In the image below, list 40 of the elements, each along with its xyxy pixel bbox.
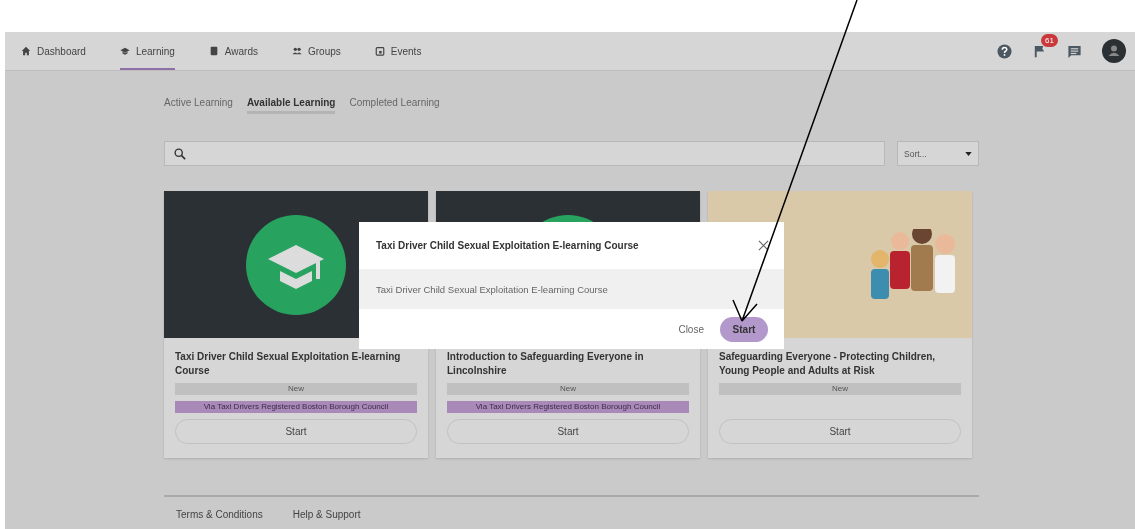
footer-link[interactable]: Terms & Conditions	[176, 509, 263, 520]
people-icon	[292, 46, 302, 56]
course-title: Safeguarding Everyone - Protecting Children, Young People and Adults at Risk	[719, 350, 937, 378]
course-title: Introduction to Safeguarding Everyone in Lincolnshire	[447, 350, 645, 378]
flag-icon[interactable]	[1032, 43, 1047, 59]
dialog-title: Taxi Driver Child Sexual Exploitation E-learning Course	[376, 240, 639, 251]
notification-badge: 61	[1041, 33, 1058, 47]
sort-dropdown[interactable]: Sort...	[897, 141, 979, 166]
avatar-icon[interactable]	[1102, 39, 1126, 63]
source-tag: Via Taxi Drivers Registered Boston Borough Council	[175, 401, 417, 413]
chat-icon[interactable]	[1067, 43, 1082, 59]
caret-icon	[965, 151, 972, 156]
source-tag: Via Taxi Drivers Registered Boston Borough Council	[447, 401, 689, 413]
book-icon	[208, 46, 219, 56]
learning-tab[interactable]: Completed Learning	[349, 97, 440, 114]
calendar-icon	[374, 46, 385, 56]
footer-link[interactable]: Help & Support	[292, 509, 361, 520]
graduation-cap-icon	[246, 214, 346, 315]
close-button[interactable]: Close	[678, 323, 704, 335]
start-button[interactable]: Start	[720, 316, 768, 342]
nav-tab[interactable]: Awards	[208, 32, 258, 70]
close-icon[interactable]	[758, 240, 769, 251]
start-button[interactable]: Start	[447, 419, 689, 444]
dialog-body: Taxi Driver Child Sexual Exploitation E-learning Course	[359, 269, 784, 309]
start-button[interactable]: Start	[719, 419, 961, 444]
home-icon	[21, 46, 31, 56]
learning-tab[interactable]: Available Learning	[246, 97, 336, 114]
search-icon	[174, 147, 186, 160]
start-button[interactable]: Start	[175, 419, 417, 444]
learning-tab[interactable]: Active Learning	[164, 97, 233, 114]
status-tag: New	[719, 383, 961, 395]
nav-tab[interactable]: Dashboard	[21, 32, 86, 70]
nav-tab[interactable]: Events	[374, 32, 422, 70]
nav-tab[interactable]: Groups	[292, 32, 341, 70]
graduation-cap-icon	[119, 46, 130, 56]
search-field[interactable]	[164, 141, 885, 166]
status-tag: New	[175, 383, 417, 395]
help-icon[interactable]	[997, 43, 1012, 59]
status-tag: New	[447, 383, 689, 395]
course-title: Taxi Driver Child Sexual Exploitation E-learning Course	[175, 350, 402, 378]
